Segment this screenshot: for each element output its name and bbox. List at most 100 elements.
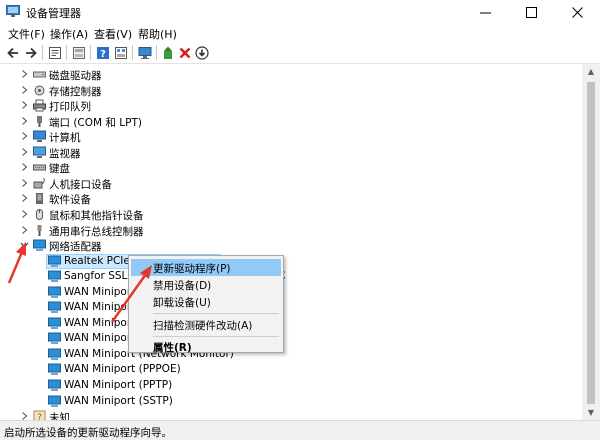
chevron-right-icon[interactable] (20, 209, 29, 219)
close-icon (571, 6, 583, 18)
tree-category[interactable]: 存储控制器 (0, 83, 582, 98)
tree-category[interactable]: ? 未知 (0, 409, 582, 420)
chevron-right-icon[interactable] (20, 100, 29, 110)
device-tree[interactable]: 磁盘驱动器 存储控制器 打印队列端口 (COM 和 LPT) 计算机监视器 键盘 人机接口… (0, 64, 582, 420)
menu-item-label: 更新驱动程序(P) (153, 263, 231, 275)
tree-item-label: 鼠标和其他指针设备 (49, 209, 144, 222)
printer-icon (33, 99, 46, 112)
network-adapter-item[interactable]: WAN Miniport (Network Monitor) (0, 347, 582, 362)
chevron-right-icon[interactable] (20, 69, 29, 79)
chevron-right-icon[interactable] (20, 116, 29, 126)
tree-item-label: 监视器 (49, 147, 81, 160)
scroll-down-icon[interactable]: ▼ (586, 408, 596, 418)
view-button[interactable] (112, 44, 129, 61)
tree-item-label: 端口 (COM 和 LPT) (49, 116, 142, 129)
chevron-right-icon[interactable] (20, 85, 29, 95)
forward-button[interactable] (22, 44, 39, 61)
properties-icon (48, 46, 61, 59)
update-driver-button[interactable] (159, 44, 176, 61)
vertical-scrollbar[interactable]: ▲ ▼ (582, 64, 600, 420)
chevron-right-icon[interactable] (20, 162, 29, 172)
tree-category[interactable]: 软件设备 (0, 191, 582, 206)
menu-separator (153, 336, 279, 337)
network-adapter-item[interactable]: WAN Miniport (IP) (0, 300, 582, 315)
network-adapter-item[interactable]: WAN Miniport (PPTP) (0, 378, 582, 393)
tree-category[interactable]: 磁盘驱动器 (0, 67, 582, 82)
tree-item-label: 未知 (49, 412, 70, 420)
maximize-button[interactable] (508, 0, 554, 24)
network-adapter-item[interactable]: WAN Miniport (IPv6) (0, 316, 582, 331)
toolbar-separator (42, 45, 43, 60)
chevron-right-icon[interactable] (20, 411, 29, 420)
tree-category[interactable]: 打印队列 (0, 98, 582, 113)
help-button[interactable]: ? (94, 44, 111, 61)
menu-item-label: 属性(R) (153, 342, 192, 354)
minimize-button[interactable] (462, 0, 508, 24)
close-button[interactable] (554, 0, 600, 24)
menu-scan-hardware[interactable]: 扫描检测硬件改动(A) (131, 316, 281, 333)
mouse-icon (33, 208, 46, 221)
network-adapter-item[interactable]: WAN Miniport (L2TP) (0, 331, 582, 346)
network-adapter-icon (48, 332, 61, 345)
network-adapter-icon (48, 286, 61, 299)
uninstall-button[interactable] (176, 44, 193, 61)
tree-item-label: 软件设备 (49, 194, 91, 207)
show-hidden-button[interactable] (70, 44, 87, 61)
tree-item-label: 网络适配器 (49, 241, 102, 254)
toolbar-separator (132, 45, 133, 60)
tree-category[interactable]: 人机接口设备 (0, 176, 582, 191)
keyboard-icon (33, 161, 46, 174)
network-adapter-item[interactable]: Realtek PCIe GbE Family Controller (0, 253, 582, 269)
menu-action[interactable]: 操作(A) (48, 26, 90, 42)
tree-item-label: WAN Miniport (PPTP) (64, 379, 173, 391)
menu-bar: 文件(F) 操作(A) 查看(V) 帮助(H) (0, 24, 600, 42)
chevron-down-icon[interactable] (20, 240, 29, 250)
menu-view[interactable]: 查看(V) (92, 26, 134, 42)
unknown-icon: ? (33, 410, 46, 420)
chevron-right-icon[interactable] (20, 193, 29, 203)
chevron-right-icon[interactable] (20, 225, 29, 235)
tree-category[interactable]: 计算机 (0, 129, 582, 144)
chevron-right-icon[interactable] (20, 178, 29, 188)
view-icon (114, 46, 127, 59)
tree-category[interactable]: 端口 (COM 和 LPT) (0, 114, 582, 129)
svg-text:?: ? (37, 413, 42, 420)
scan-hardware-button[interactable] (193, 44, 210, 61)
hid-icon (33, 177, 46, 190)
network-adapter-item[interactable]: WAN Miniport (IKEv2) (0, 285, 582, 300)
tree-category[interactable]: 网络适配器 (0, 238, 582, 253)
network-adapter-item[interactable]: WAN Miniport (PPPOE) (0, 362, 582, 377)
tree-category[interactable]: 通用串行总线控制器 (0, 223, 582, 238)
menu-disable-device[interactable]: 禁用设备(D) (131, 276, 281, 293)
back-button[interactable] (4, 44, 21, 61)
help-icon: ? (96, 46, 109, 60)
monitor-icon (138, 46, 151, 59)
tree-item-label: WAN Miniport (PPPOE) (64, 363, 181, 376)
menu-properties[interactable]: 属性(R) (131, 338, 281, 355)
properties-button[interactable] (46, 44, 63, 61)
monitor-icon (33, 146, 46, 159)
menu-update-driver[interactable]: 更新驱动程序(P) (131, 259, 281, 276)
menu-file[interactable]: 文件(F) (6, 26, 47, 42)
network-adapter-item[interactable]: WAN Miniport (SSTP) (0, 394, 582, 409)
tree-category[interactable]: 键盘 (0, 160, 582, 175)
network-adapter-item[interactable]: Sangfor SSL VPN CS Support System VNIC (0, 269, 582, 284)
tree-category[interactable]: 鼠标和其他指针设备 (0, 207, 582, 222)
network-adapter-icon (48, 379, 61, 392)
network-adapter-icon (48, 363, 61, 376)
monitor-button[interactable] (136, 44, 153, 61)
scrollbar-thumb[interactable] (587, 82, 595, 404)
network-adapter-icon (48, 301, 61, 314)
tree-item-label: 磁盘驱动器 (49, 70, 102, 82)
chevron-right-icon[interactable] (20, 131, 29, 141)
network-adapter-icon (48, 255, 61, 268)
scroll-up-icon[interactable]: ▲ (586, 67, 596, 77)
chevron-right-icon[interactable] (20, 147, 29, 157)
minimize-icon (479, 12, 491, 13)
tree-item-label: 通用串行总线控制器 (49, 225, 144, 238)
tree-category[interactable]: 监视器 (0, 145, 582, 160)
menu-uninstall-device[interactable]: 卸载设备(U) (131, 293, 281, 310)
menu-help[interactable]: 帮助(H) (136, 26, 179, 42)
scan-download-icon (194, 45, 209, 60)
menu-separator (153, 313, 279, 314)
